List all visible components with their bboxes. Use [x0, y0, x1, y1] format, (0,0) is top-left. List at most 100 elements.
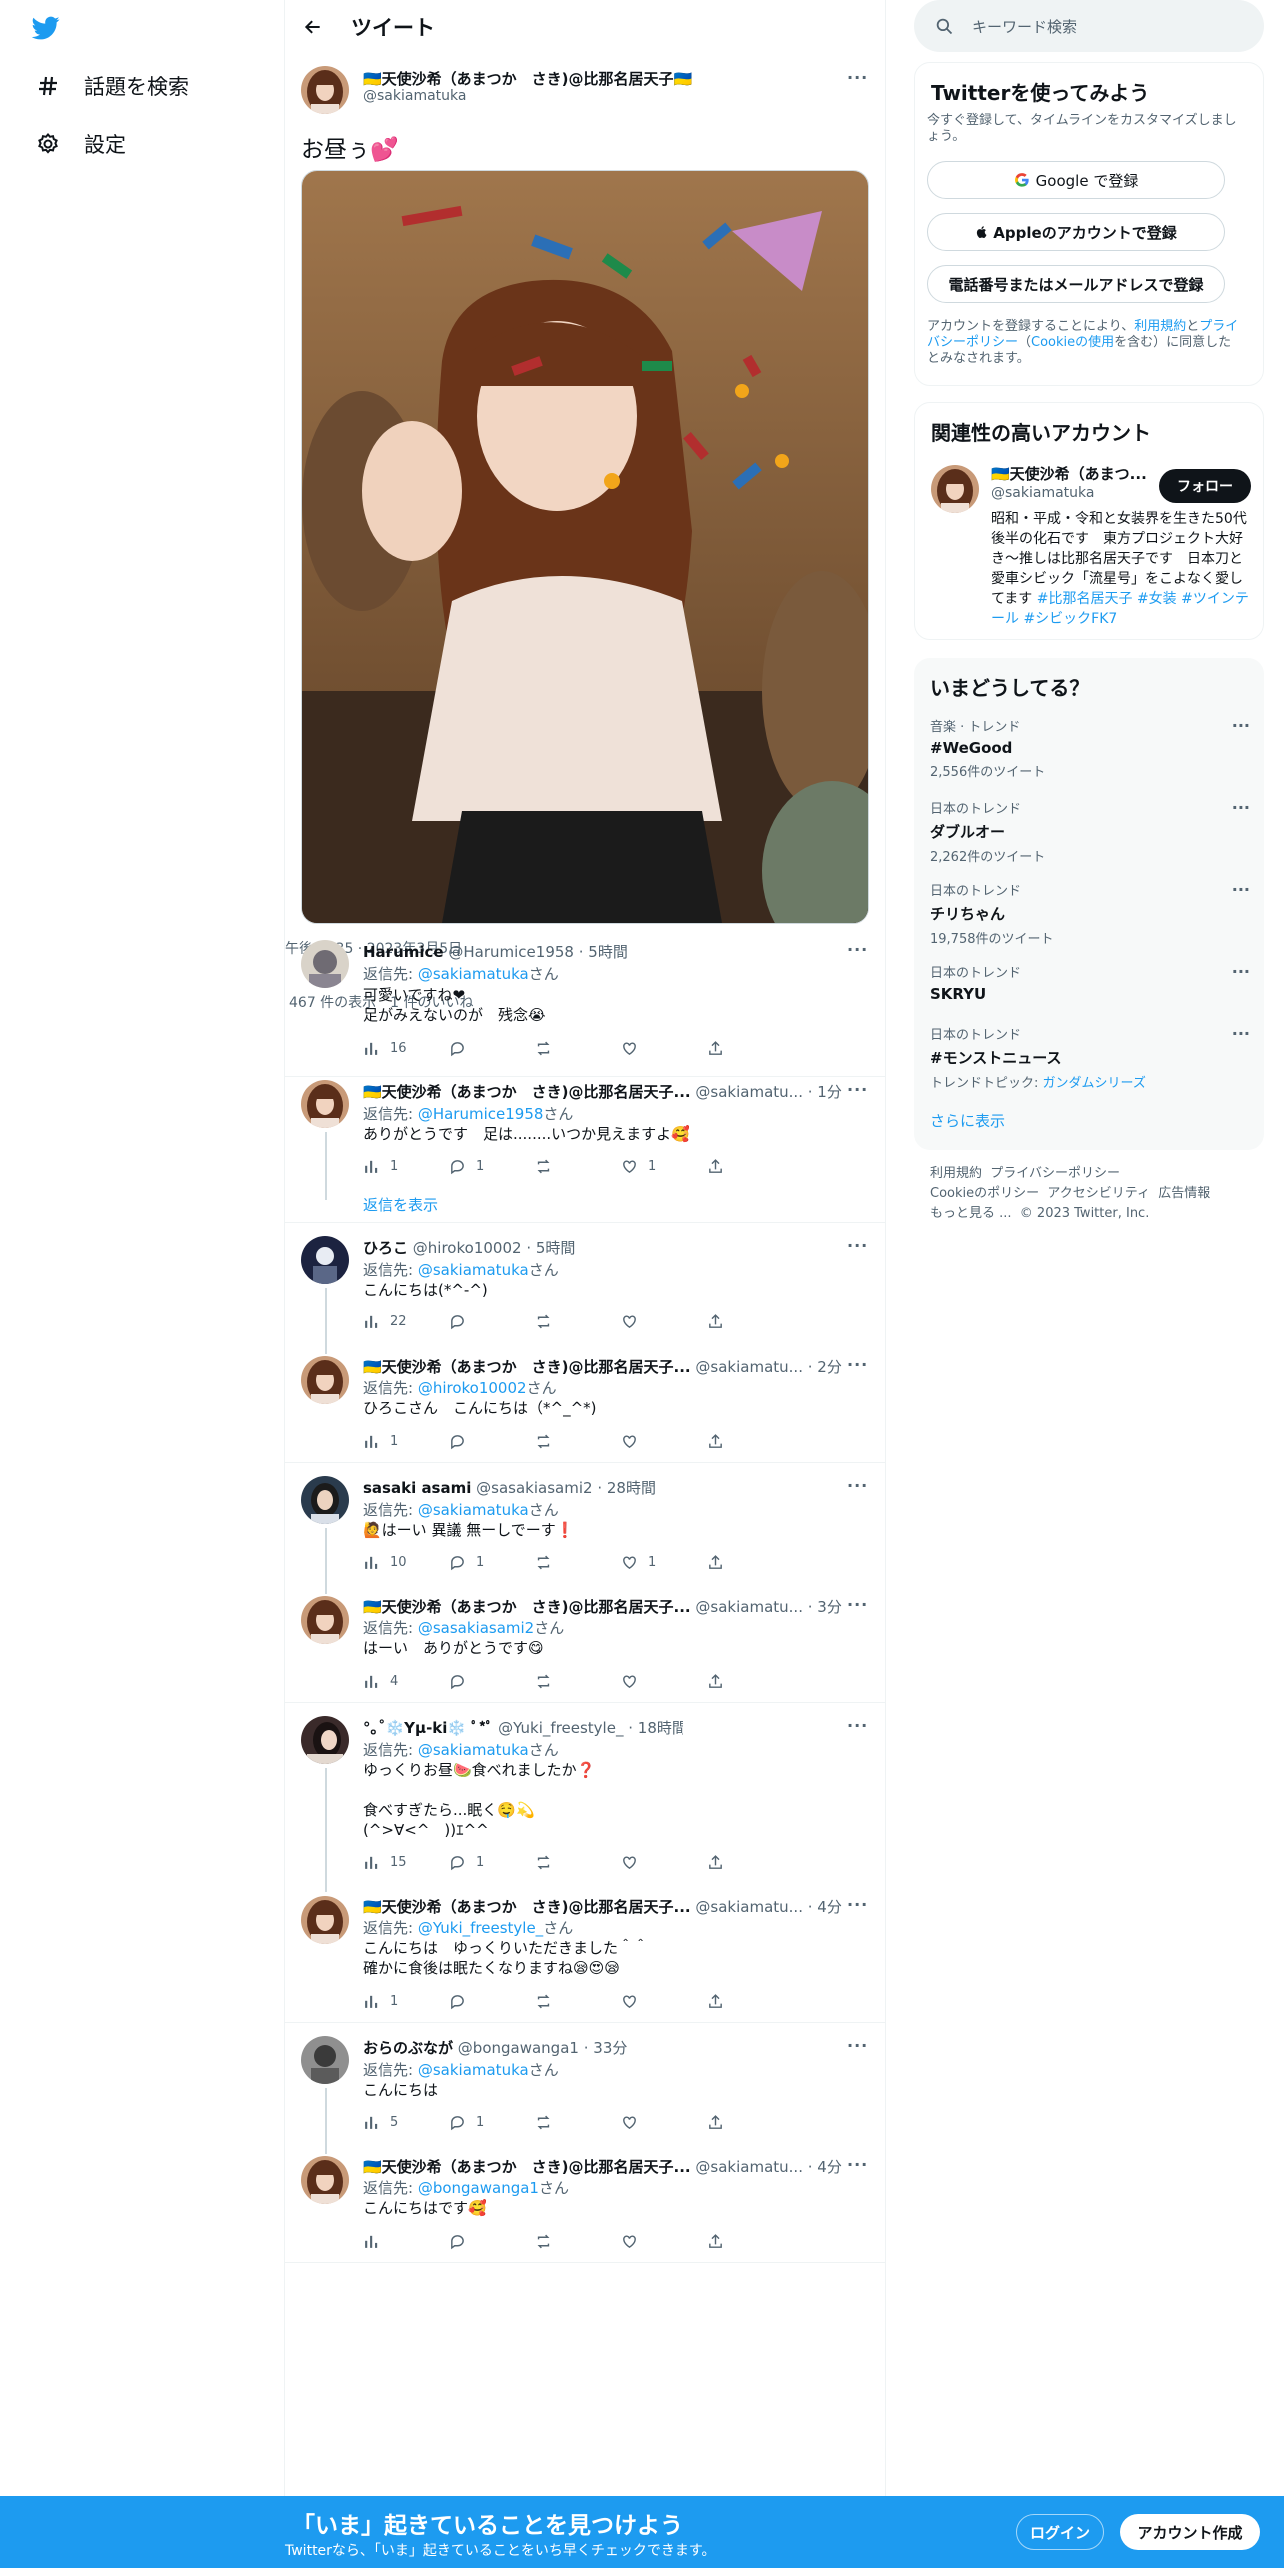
retweet-button[interactable] — [535, 1854, 621, 1871]
author-handle[interactable]: @sakiamatu... — [695, 1358, 803, 1376]
phone-email-signup-button[interactable]: 電話番号またはメールアドレスで登録 — [927, 265, 1225, 303]
more-options-icon[interactable]: ··· — [847, 940, 871, 960]
reply-button[interactable]: 1 — [449, 2114, 535, 2131]
tweet-time[interactable]: · 33分 — [584, 2039, 628, 2057]
reply-button[interactable] — [449, 1313, 535, 1330]
avatar[interactable] — [301, 66, 349, 114]
avatar[interactable] — [931, 465, 979, 513]
avatar[interactable] — [301, 1716, 349, 1764]
tweet-time[interactable]: · 4分 — [808, 2158, 842, 2176]
tweet-time[interactable]: · 18時間 — [628, 1719, 683, 1737]
author-name[interactable]: 🇺🇦天使沙希（あまつか さき)@比那名居天子🇺🇦 — [363, 70, 692, 88]
reply-button[interactable]: 1 — [449, 1554, 535, 1571]
retweet-button[interactable] — [535, 1673, 621, 1690]
reply-mention-link[interactable]: @sakiamatuka — [418, 965, 529, 983]
more-options-icon[interactable]: ··· — [847, 1080, 871, 1100]
tweet-time[interactable]: · 2分 — [808, 1358, 842, 1376]
retweet-button[interactable] — [535, 2233, 621, 2250]
reply-mention-link[interactable]: @sakiamatuka — [418, 1261, 529, 1279]
views-button[interactable]: 15 — [363, 1854, 449, 1871]
share-button[interactable] — [707, 1673, 793, 1690]
reply-mention-link[interactable]: @Harumice1958 — [418, 1105, 544, 1123]
more-options-icon[interactable]: ··· — [847, 2155, 871, 2175]
reply-mention-link[interactable]: @sakiamatuka — [418, 1501, 529, 1519]
more-options-icon[interactable]: ··· — [1232, 798, 1250, 817]
reply-mention-link[interactable]: @sasakiasami2 — [418, 1619, 534, 1637]
avatar[interactable] — [301, 1080, 349, 1128]
more-options-icon[interactable]: ··· — [847, 1236, 871, 1256]
retweet-button[interactable] — [535, 1433, 621, 1450]
reply-button[interactable] — [449, 1673, 535, 1690]
like-button[interactable] — [621, 1433, 707, 1450]
more-options-icon[interactable]: ··· — [1232, 716, 1250, 735]
share-button[interactable] — [707, 2233, 793, 2250]
create-account-button[interactable]: アカウント作成 — [1120, 2514, 1260, 2550]
trend-item[interactable]: 日本のトレンド SKRYU ··· — [930, 962, 1250, 1003]
more-options-icon[interactable]: ··· — [847, 1355, 871, 1375]
avatar[interactable] — [301, 2036, 349, 2084]
footer-accessibility-link[interactable]: アクセシビリティ — [1047, 1186, 1150, 1201]
views-button[interactable]: 4 — [363, 1673, 449, 1690]
nav-settings[interactable]: 設定 — [34, 124, 126, 164]
trend-item[interactable]: 日本のトレンド ダブルオー 2,262件のツイート ··· — [930, 798, 1250, 865]
more-options-icon[interactable]: ··· — [1232, 1024, 1250, 1043]
follow-button[interactable]: フォロー — [1159, 469, 1251, 503]
tweet-time[interactable]: · 5時間 — [579, 943, 628, 961]
search-input[interactable]: キーワード検索 — [972, 16, 1077, 37]
author-name[interactable]: おらのぶなが — [363, 2039, 453, 2057]
footer-ads-link[interactable]: 広告情報 — [1158, 1186, 1210, 1201]
reply-button[interactable] — [449, 1040, 535, 1057]
avatar[interactable] — [301, 1896, 349, 1944]
reply-button[interactable] — [449, 1433, 535, 1450]
share-button[interactable] — [707, 1433, 793, 1450]
retweet-button[interactable] — [535, 1040, 621, 1057]
reply-mention-link[interactable]: @bongawanga1 — [418, 2179, 539, 2197]
trend-topic-link[interactable]: ガンダムシリーズ — [1043, 1076, 1146, 1091]
retweet-button[interactable] — [535, 1158, 621, 1175]
author-name[interactable]: °｡˚❄️Yµ-ki❄️ ﾟ*ﾟ — [363, 1719, 493, 1737]
like-button[interactable]: 1 — [621, 1158, 707, 1175]
views-button[interactable]: 10 — [363, 1554, 449, 1571]
more-options-icon[interactable]: ··· — [847, 2036, 871, 2056]
share-button[interactable] — [707, 1040, 793, 1057]
tweet-time[interactable]: · 1分 — [808, 1083, 842, 1101]
share-button[interactable] — [707, 1993, 793, 2010]
footer-more-link[interactable]: もっと見る ... — [930, 1206, 1012, 1221]
author-handle[interactable]: @bongawanga1 — [458, 2039, 579, 2057]
search-box[interactable]: キーワード検索 — [914, 0, 1264, 52]
author-name[interactable]: 🇺🇦天使沙希（あまつか さき)@比那名居天子... — [363, 2158, 691, 2176]
reply-button[interactable]: 1 — [449, 1854, 535, 1871]
tweet-time[interactable]: · 5時間 — [526, 1239, 575, 1257]
like-button[interactable] — [621, 2114, 707, 2131]
reply-mention-link[interactable]: @sakiamatuka — [418, 1741, 529, 1759]
reply-button[interactable] — [449, 2233, 535, 2250]
share-button[interactable] — [707, 1313, 793, 1330]
tweet-photo[interactable] — [301, 170, 869, 924]
retweet-button[interactable] — [535, 1313, 621, 1330]
more-options-icon[interactable]: ··· — [847, 1716, 871, 1736]
more-options-icon[interactable]: ··· — [1232, 880, 1250, 899]
retweet-button[interactable] — [535, 2114, 621, 2131]
views-button[interactable]: 1 — [363, 1158, 449, 1175]
like-button[interactable] — [621, 1040, 707, 1057]
footer-cookie-link[interactable]: Cookieのポリシー — [930, 1186, 1039, 1201]
trend-item[interactable]: 日本のトレンド チリちゃん 19,758件のツイート ··· — [930, 880, 1250, 947]
show-replies-link[interactable]: 返信を表示 — [363, 1194, 438, 1215]
share-button[interactable] — [707, 2114, 793, 2131]
more-options-icon[interactable]: ··· — [847, 1595, 871, 1615]
more-options-icon[interactable]: ··· — [847, 68, 871, 88]
like-button[interactable] — [621, 1854, 707, 1871]
avatar[interactable] — [301, 940, 349, 988]
related-account-handle[interactable]: @sakiamatuka — [991, 485, 1094, 501]
footer-terms-link[interactable]: 利用規約 — [930, 1166, 982, 1181]
views-button[interactable]: 16 — [363, 1040, 449, 1057]
apple-signup-button[interactable]: Appleのアカウントで登録 — [927, 213, 1225, 251]
author-name[interactable]: 🇺🇦天使沙希（あまつか さき)@比那名居天子... — [363, 1083, 691, 1101]
google-signup-button[interactable]: Google で登録 — [927, 161, 1225, 199]
views-button[interactable] — [363, 2233, 449, 2250]
trend-item[interactable]: 音楽 · トレンド #WeGood 2,556件のツイート ··· — [930, 716, 1250, 780]
retweet-button[interactable] — [535, 1554, 621, 1571]
trend-item[interactable]: 日本のトレンド #モンストニュース トレンドトピック: ガンダムシリーズ ··· — [930, 1024, 1250, 1091]
avatar[interactable] — [301, 1356, 349, 1404]
author-name[interactable]: Harumice — [363, 943, 444, 961]
